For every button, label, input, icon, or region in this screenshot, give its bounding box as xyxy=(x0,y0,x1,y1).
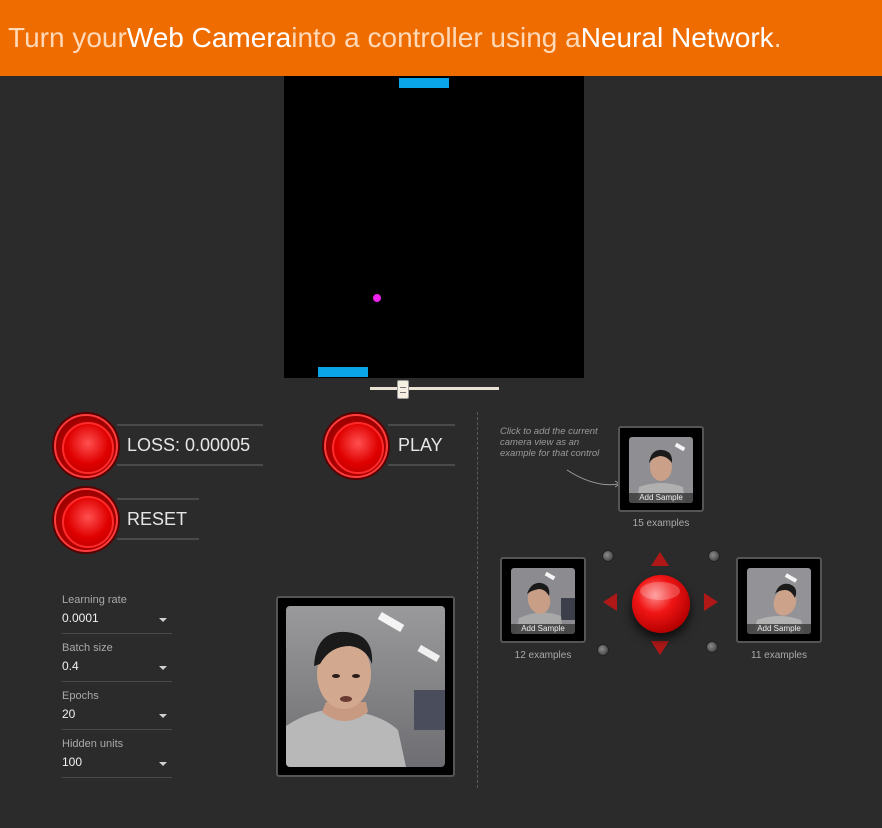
add-sample-hint: Click to add the current camera view as … xyxy=(500,426,600,459)
sample-thumbnail-left: Add Sample xyxy=(511,568,575,634)
header-text-1: Turn your xyxy=(8,22,127,53)
header-highlight-web-camera: Web Camera xyxy=(126,22,292,53)
webcam-video xyxy=(286,606,445,767)
cpu-paddle xyxy=(399,78,449,88)
batch-size-select[interactable]: Batch size 0.4 xyxy=(62,642,172,682)
train-button[interactable] xyxy=(54,414,118,478)
arrow-right-icon xyxy=(704,593,718,611)
sample-count-up: 15 examples xyxy=(632,518,690,529)
header-text-3: . xyxy=(773,22,782,53)
add-sample-button-left[interactable]: Add Sample xyxy=(511,624,575,634)
reset-label: RESET xyxy=(117,498,199,540)
arrow-left-icon xyxy=(603,593,617,611)
header-text-2: into a controller using a xyxy=(291,22,581,53)
sample-thumbnail-up: Add Sample xyxy=(629,437,693,503)
game-slider-handle[interactable] xyxy=(397,380,409,399)
sample-tile-up[interactable]: Add Sample xyxy=(618,426,704,512)
arrow-up-icon xyxy=(651,552,669,566)
joystick-knob xyxy=(632,575,690,633)
hidden-units-select[interactable]: Hidden units 100 xyxy=(62,738,172,778)
batch-size-label: Batch size xyxy=(62,642,113,654)
webcam-face-image xyxy=(286,606,445,767)
hidden-units-value: 100 xyxy=(62,755,83,769)
page-header: Turn your Web Camera into a controller u… xyxy=(0,0,882,76)
screw-icon xyxy=(708,550,720,562)
chevron-down-icon xyxy=(159,762,167,766)
screw-icon xyxy=(706,641,718,653)
sample-tile-left[interactable]: Add Sample xyxy=(500,557,586,643)
pong-game-canvas xyxy=(284,76,584,378)
chevron-down-icon xyxy=(159,666,167,670)
chevron-down-icon xyxy=(159,714,167,718)
sample-tile-right[interactable]: Add Sample xyxy=(736,557,822,643)
sample-count-left: 12 examples xyxy=(514,650,572,661)
screw-icon xyxy=(602,550,614,562)
header-highlight-neural-network: Neural Network xyxy=(580,22,774,53)
webcam-preview xyxy=(276,596,455,777)
learning-rate-select[interactable]: Learning rate 0.0001 xyxy=(62,594,172,634)
play-label: PLAY xyxy=(388,424,455,466)
loss-label: LOSS: 0.00005 xyxy=(117,424,263,466)
epochs-value: 20 xyxy=(62,707,76,721)
epochs-select[interactable]: Epochs 20 xyxy=(62,690,172,730)
sample-thumbnail-right: Add Sample xyxy=(747,568,811,634)
section-divider xyxy=(477,412,478,788)
player-paddle xyxy=(318,367,368,377)
game-slider-track[interactable] xyxy=(370,387,499,390)
sample-count-right: 11 examples xyxy=(751,650,807,661)
arrow-down-icon xyxy=(651,641,669,655)
add-sample-button-up[interactable]: Add Sample xyxy=(629,493,693,503)
epochs-label: Epochs xyxy=(62,690,99,702)
chevron-down-icon xyxy=(159,618,167,622)
hidden-units-label: Hidden units xyxy=(62,738,124,750)
play-button[interactable] xyxy=(324,414,388,478)
hint-arrow-icon xyxy=(566,469,621,488)
reset-button[interactable] xyxy=(54,488,118,552)
game-ball xyxy=(373,294,381,302)
batch-size-value: 0.4 xyxy=(62,659,79,673)
add-sample-button-right[interactable]: Add Sample xyxy=(747,624,811,634)
screw-icon xyxy=(597,644,609,656)
learning-rate-label: Learning rate xyxy=(62,594,127,606)
learning-rate-value: 0.0001 xyxy=(62,611,99,625)
